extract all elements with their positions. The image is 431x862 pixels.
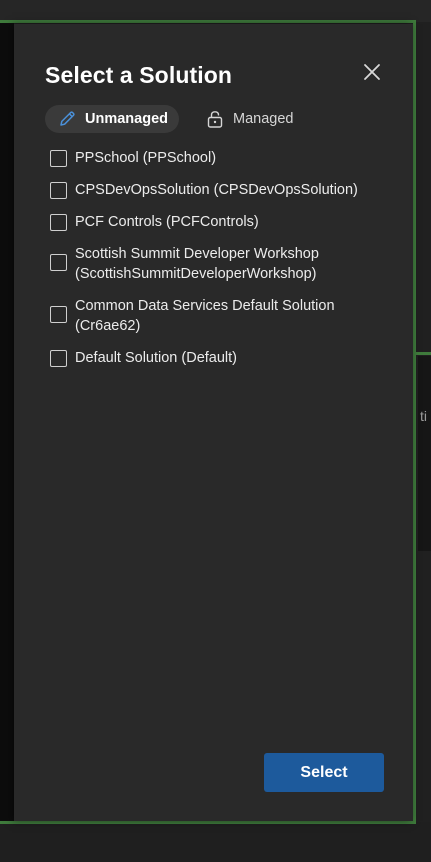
solution-label: CPSDevOpsSolution (CPSDevOpsSolution)	[75, 182, 358, 198]
select-button[interactable]: Select	[264, 753, 384, 792]
app-background: ti Select a Solution Unmanaged Managed P…	[0, 0, 431, 862]
solution-list: PPSchool (PPSchool) CPSDevOpsSolution (C…	[50, 148, 400, 380]
tab-unmanaged[interactable]: Unmanaged	[45, 105, 179, 133]
list-item[interactable]: Scottish Summit Developer Workshop (Scot…	[50, 244, 400, 284]
solution-type-tabs: Unmanaged Managed	[45, 105, 304, 133]
tab-managed[interactable]: Managed	[193, 105, 304, 133]
solution-checkbox[interactable]	[50, 254, 67, 271]
dialog-title: Select a Solution	[45, 62, 233, 88]
list-item[interactable]: Common Data Services Default Solution (C…	[50, 296, 400, 336]
focus-frame-connector	[414, 352, 431, 355]
background-bottom	[0, 826, 431, 862]
solution-checkbox[interactable]	[50, 306, 67, 323]
solution-label: Default Solution (Default)	[75, 350, 237, 366]
select-solution-panel: Select a Solution Unmanaged Managed PPSc…	[14, 24, 413, 821]
solution-label: PPSchool (PPSchool)	[75, 150, 217, 166]
solution-label: Common Data Services Default Solution (C…	[75, 298, 335, 334]
list-item[interactable]: CPSDevOpsSolution (CPSDevOpsSolution)	[50, 180, 400, 200]
close-icon	[364, 64, 380, 80]
lock-icon	[205, 109, 225, 129]
list-item[interactable]: Default Solution (Default)	[50, 348, 400, 368]
solution-checkbox[interactable]	[50, 350, 67, 367]
solution-checkbox[interactable]	[50, 150, 67, 167]
background-left-pane	[0, 22, 14, 822]
tab-unmanaged-label: Unmanaged	[85, 111, 168, 127]
solution-checkbox[interactable]	[50, 182, 67, 199]
background-topbar	[0, 0, 431, 22]
pencil-icon	[57, 109, 77, 129]
list-item[interactable]: PCF Controls (PCFControls)	[50, 212, 400, 232]
tab-managed-label: Managed	[233, 111, 294, 127]
background-peek-text: ti	[420, 408, 427, 424]
solution-label: PCF Controls (PCFControls)	[75, 214, 259, 230]
close-button[interactable]	[362, 62, 382, 88]
solution-checkbox[interactable]	[50, 214, 67, 231]
solution-label: Scottish Summit Developer Workshop (Scot…	[75, 246, 319, 282]
background-right-card	[418, 356, 431, 551]
list-item[interactable]: PPSchool (PPSchool)	[50, 148, 400, 168]
